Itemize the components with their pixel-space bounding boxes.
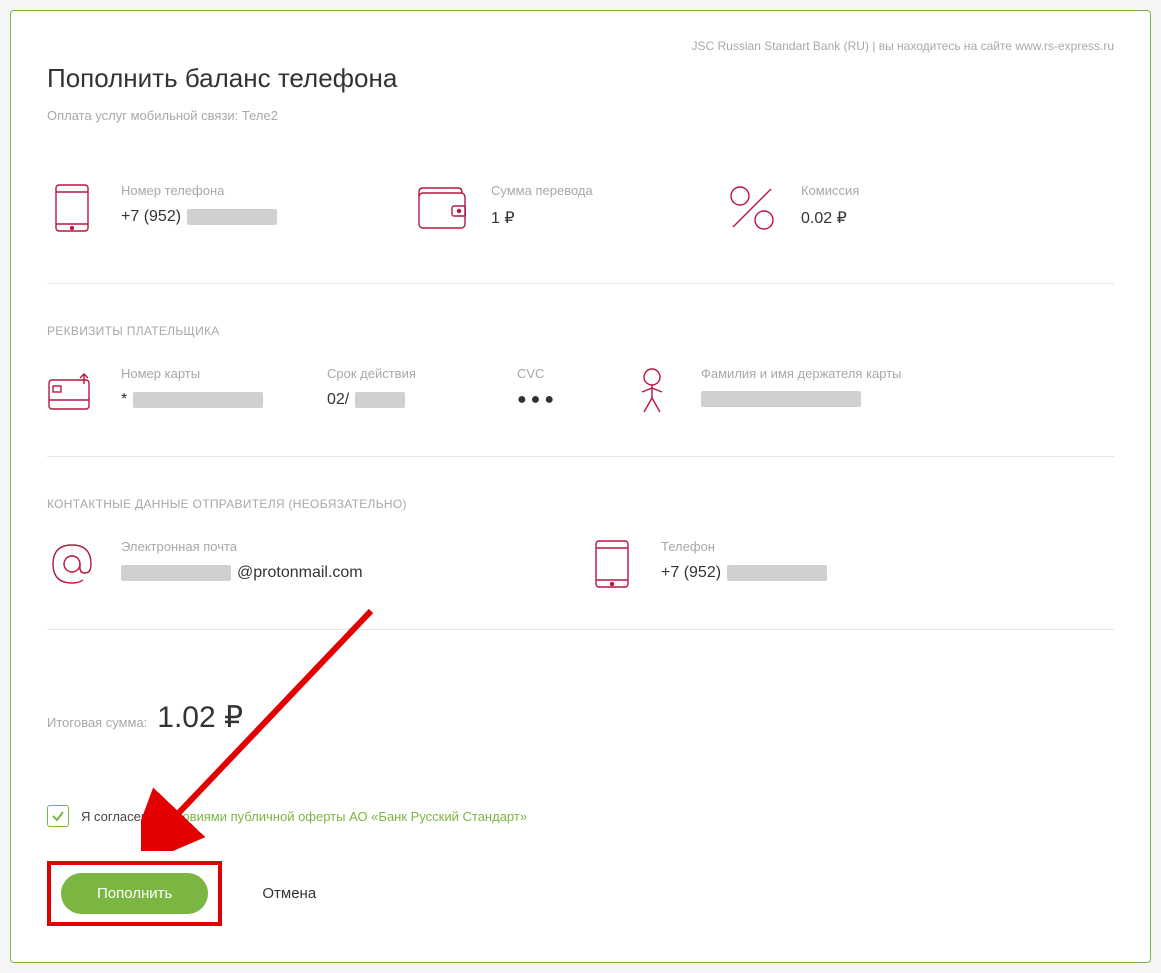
email-label: Электронная почта <box>121 539 587 554</box>
email-value: @protonmail.com <box>121 564 587 582</box>
redacted-contact-phone <box>727 565 827 581</box>
card-icon <box>47 366 97 416</box>
cvc-label: CVC <box>517 366 627 381</box>
cancel-button[interactable]: Отмена <box>262 885 316 902</box>
holder-field: Фамилия и имя держателя карты <box>627 366 1114 416</box>
amount-label: Сумма перевода <box>491 183 727 198</box>
holder-label: Фамилия и имя держателя карты <box>701 366 1114 381</box>
commission-label: Комиссия <box>801 183 1114 198</box>
phone-prefix: +7 (952) <box>121 208 181 226</box>
person-icon <box>627 366 677 416</box>
payment-form-container: JSC Russian Standart Bank (RU) | вы нахо… <box>10 10 1151 963</box>
total-label: Итоговая сумма: <box>47 715 147 730</box>
expiry-field: Срок действия 02/ <box>327 366 517 416</box>
payer-section-title: РЕКВИЗИТЫ ПЛАТЕЛЬЩИКА <box>47 324 1114 338</box>
card-number-field: Номер карты * <box>47 366 327 416</box>
expiry-prefix: 02/ <box>327 391 349 409</box>
contact-phone-value: +7 (952) <box>661 564 1114 582</box>
percent-icon <box>727 183 777 233</box>
agreement-checkbox[interactable] <box>47 805 69 827</box>
total-value: 1.02 ₽ <box>157 700 243 735</box>
redacted-email <box>121 565 231 581</box>
divider-1 <box>47 283 1114 284</box>
page-title: Пополнить баланс телефона <box>47 63 1114 94</box>
email-suffix: @protonmail.com <box>237 564 363 582</box>
phone-value: +7 (952) <box>121 208 417 226</box>
card-value: * <box>121 391 327 409</box>
wallet-icon <box>417 183 467 233</box>
card-prefix: * <box>121 391 127 409</box>
card-label: Номер карты <box>121 366 327 381</box>
amount-value: 1 ₽ <box>491 208 727 228</box>
divider-3 <box>47 629 1114 630</box>
cvc-value: ●●● <box>517 391 627 409</box>
contact-phone-field: Телефон +7 (952) <box>587 539 1114 589</box>
expiry-value: 02/ <box>327 391 517 409</box>
submit-button[interactable]: Пополнить <box>61 873 208 914</box>
email-field: Электронная почта @protonmail.com <box>47 539 587 589</box>
commission-field: Комиссия 0.02 ₽ <box>727 183 1114 233</box>
agreement-text: Я согласен с условиями публичной оферты … <box>81 809 527 824</box>
holder-value <box>701 391 1114 407</box>
redacted-holder <box>701 391 861 407</box>
page-subtitle: Оплата услуг мобильной связи: Теле2 <box>47 108 1114 123</box>
cvc-field: CVC ●●● <box>517 366 627 416</box>
agreement-prefix: Я согласен с <box>81 809 162 824</box>
redacted-phone <box>187 209 277 225</box>
redacted-expiry <box>355 392 405 408</box>
payer-row: Номер карты * Срок действия 02/ CVC ●●● <box>47 366 1114 416</box>
redacted-card <box>133 392 263 408</box>
contact-phone-label: Телефон <box>661 539 1114 554</box>
agreement-row: Я согласен с условиями публичной оферты … <box>47 805 1114 827</box>
site-note: JSC Russian Standart Bank (RU) | вы нахо… <box>47 39 1114 53</box>
divider-2 <box>47 456 1114 457</box>
agreement-link[interactable]: условиями публичной оферты АО «Банк Русс… <box>162 809 527 824</box>
submit-highlight: Пополнить <box>47 861 222 926</box>
contacts-section-title: КОНТАКТНЫЕ ДАННЫЕ ОТПРАВИТЕЛЯ (НЕОБЯЗАТЕ… <box>47 497 1114 511</box>
contacts-row: Электронная почта @protonmail.com Телефо… <box>47 539 1114 589</box>
phone-field: Номер телефона +7 (952) <box>47 183 417 233</box>
total-row: Итоговая сумма: 1.02 ₽ <box>47 700 1114 735</box>
summary-row: Номер телефона +7 (952) Сумма перевода 1… <box>47 183 1114 233</box>
at-icon <box>47 539 97 589</box>
amount-field: Сумма перевода 1 ₽ <box>417 183 727 233</box>
contact-phone-prefix: +7 (952) <box>661 564 721 582</box>
phone-label: Номер телефона <box>121 183 417 198</box>
phone2-icon <box>587 539 637 589</box>
expiry-label: Срок действия <box>327 366 517 381</box>
commission-value: 0.02 ₽ <box>801 208 1114 228</box>
phone-icon <box>47 183 97 233</box>
actions-row: Пополнить Отмена <box>47 861 1114 926</box>
